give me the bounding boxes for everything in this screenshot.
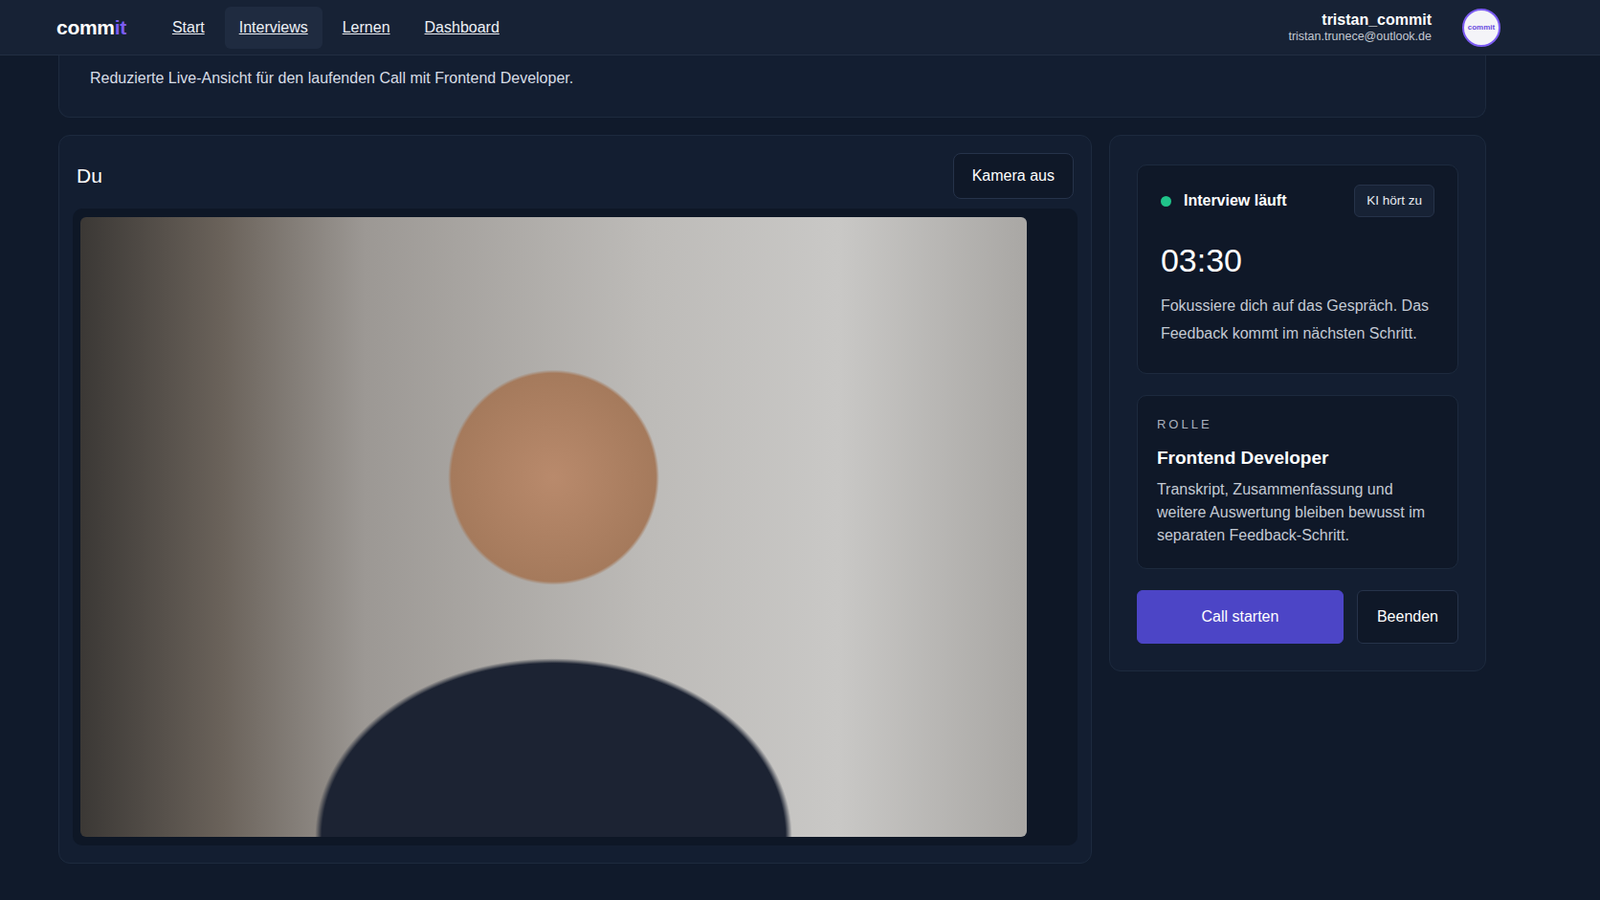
role-note: Transkript, Zusammenfassung und weitere …: [1156, 478, 1439, 548]
page-content: Reduzierte Live-Ansicht für den laufende…: [0, 55, 1487, 865]
nav-item[interactable]: Lernen: [328, 6, 405, 49]
camera-title: Du: [76, 160, 103, 192]
nav-item[interactable]: Start: [157, 6, 220, 49]
logo[interactable]: commit: [56, 12, 127, 44]
role-card: ROLLE Frontend Developer Transkript, Zusam…: [1136, 395, 1459, 570]
action-buttons: Call startenBeenden: [1136, 590, 1459, 645]
status-label: Interview läuft: [1183, 189, 1288, 213]
call-timer: 03:30: [1160, 236, 1435, 286]
camera-header: Du Kamera aus: [72, 153, 1078, 209]
side-panel: Interview läuft KI hört zu 03:30 Fokussiere…: [1109, 134, 1487, 672]
user-name: tristan_commit: [1288, 11, 1432, 29]
user-info: tristan_committristan.trunece@outlook.de: [1288, 11, 1432, 44]
role-title: Frontend Developer: [1156, 444, 1439, 473]
intro-card: Reduzierte Live-Ansicht für den laufende…: [58, 55, 1487, 118]
main-area: Du Kamera aus Interview läuft KI hört zu 03:…: [58, 134, 1487, 865]
top-navbar: commit StartInterviewsLernenDashboard tris…: [0, 0, 1600, 56]
logo-prefix: comm: [56, 16, 115, 39]
logo-accent: it: [114, 16, 127, 39]
camera-video: [80, 217, 1027, 838]
user-email: tristan.trunece@outlook.de: [1288, 29, 1432, 44]
camera-panel: Du Kamera aus: [58, 134, 1092, 865]
status-hint: Fokussiere dich auf das Gespräch. Das Fe…: [1160, 292, 1435, 349]
nav-item[interactable]: Dashboard: [410, 6, 514, 49]
status-row: Interview läuft KI hört zu: [1160, 184, 1435, 218]
start-call-button[interactable]: Call starten: [1136, 590, 1344, 645]
nav-item[interactable]: Interviews: [224, 6, 323, 49]
live-dot-icon: [1160, 196, 1172, 207]
status-card: Interview läuft KI hört zu 03:30 Fokussiere…: [1136, 164, 1459, 375]
end-button[interactable]: Beenden: [1356, 590, 1459, 645]
camera-toggle-button[interactable]: Kamera aus: [953, 153, 1074, 200]
ai-listening-badge: KI hört zu: [1354, 184, 1435, 218]
user-avatar[interactable]: commit: [1462, 8, 1501, 47]
role-caption: ROLLE: [1156, 415, 1439, 435]
video-frame: [72, 208, 1078, 846]
